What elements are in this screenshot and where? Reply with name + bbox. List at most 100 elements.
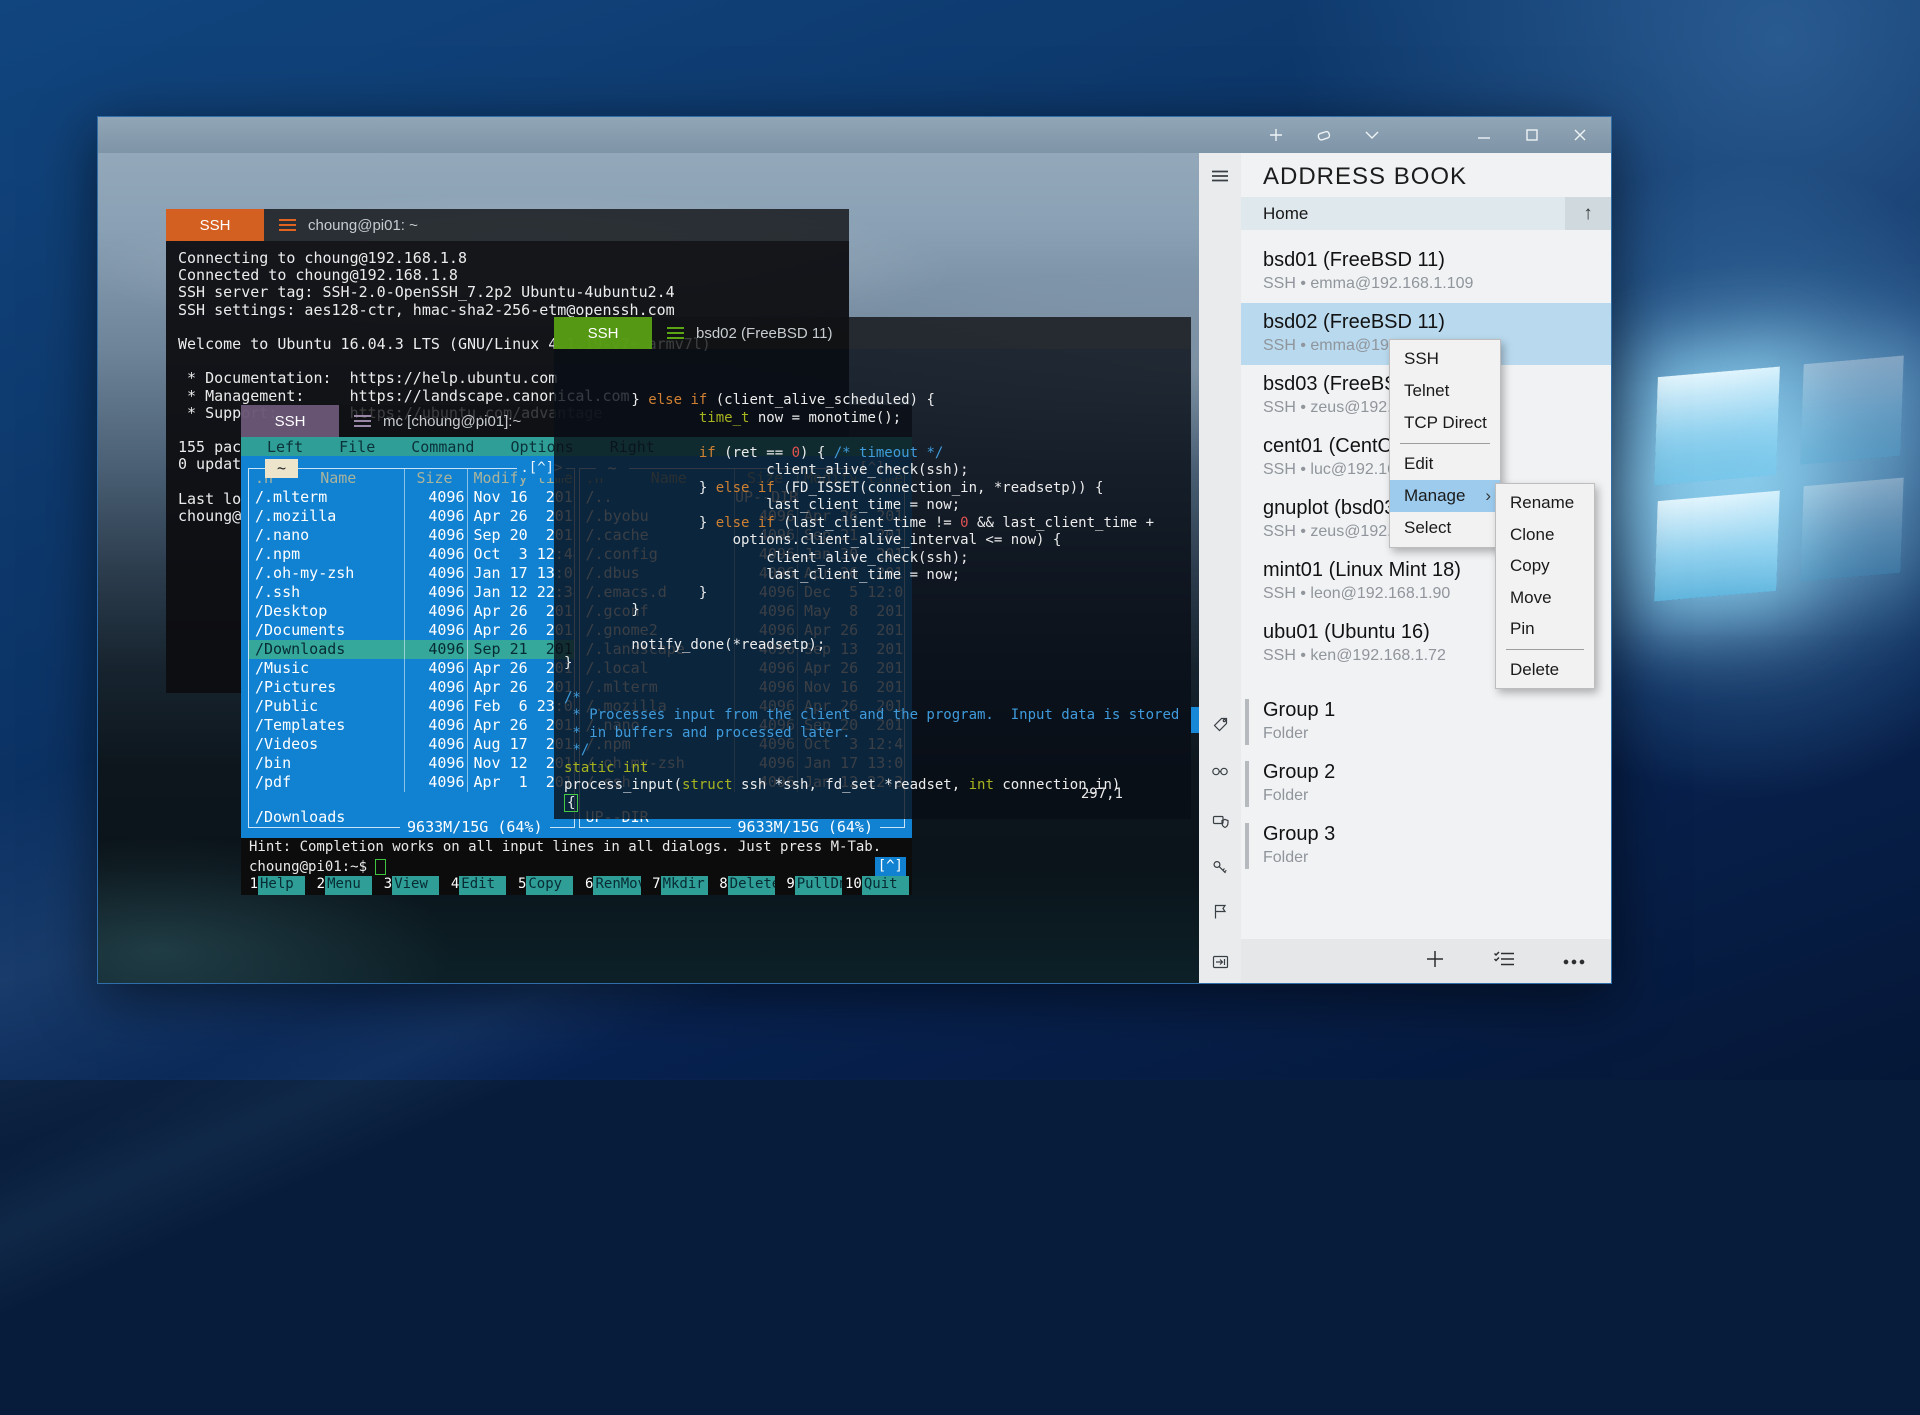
mc-file-row[interactable]: /Downloads4096Sep 21 2016 [249,640,574,659]
mc-file-row[interactable]: /.npm4096Oct 3 12:44 [249,545,574,564]
code-line: static int [564,760,1181,778]
code-line [564,620,1181,638]
mc-file-row[interactable]: /Public4096Feb 6 23:09 [249,697,574,716]
code-line: */ [564,742,1181,760]
new-session-icon[interactable] [1261,122,1291,148]
chevron-down-icon[interactable] [1357,122,1387,148]
desktop: SSH choung@pi01: ~ Connecting to choung@… [0,0,1920,1080]
addressbook-host-row[interactable]: bsd01 (FreeBSD 11)SSH • emma@192.168.1.1… [1241,241,1611,303]
host-name: bsd02 (FreeBSD 11) [1263,303,1611,334]
hamburger-menu-icon[interactable] [339,405,383,437]
mc-file-row[interactable]: /Pictures4096Apr 26 2016 [249,678,574,697]
minimize-button[interactable] [1469,122,1499,148]
code-line: * Processes input from the client and th… [564,707,1181,725]
function-key-f5[interactable]: 5Copy [509,876,576,895]
code-line: } [564,602,1181,620]
mc-file-row[interactable]: /bin4096Nov 12 2016 [249,754,574,773]
mc-file-row[interactable]: /pdf4096Apr 1 2016 [249,773,574,792]
shell-prompt: choung@pi01:~$ [249,859,367,875]
terminal-window-bsd02: SSH bsd02 (FreeBSD 11) } else if (client… [554,317,1191,819]
mc-disk-usage: 9633M/15G (64%) [731,818,880,837]
function-key-f9[interactable]: 9PullDn [778,876,845,895]
maximize-button[interactable] [1517,122,1547,148]
protocol-badge: SSH [554,317,652,349]
mc-menu-left[interactable]: Left [267,438,303,456]
menu-item-copy[interactable]: Copy [1496,550,1594,582]
menu-item-ssh[interactable]: SSH [1390,343,1500,375]
import-icon[interactable] [1199,947,1241,977]
menu-item-manage[interactable]: Manage› [1390,480,1500,512]
host-name: Group 3 [1263,815,1611,846]
function-key-f7[interactable]: 7Mkdir [644,876,711,895]
function-key-f6[interactable]: 6RenMov [576,876,643,895]
mc-left-panel[interactable]: ~.[^]>.nNameSizeModify time/.mlterm4096N… [248,468,575,828]
menu-item-edit[interactable]: Edit [1390,448,1500,480]
menu-item-tcp-direct[interactable]: TCP Direct [1390,407,1500,439]
text-cursor [375,859,386,875]
titlebar [98,117,1611,153]
close-button[interactable] [1565,122,1595,148]
bsd02-tabbar[interactable]: SSH bsd02 (FreeBSD 11) [554,317,1191,349]
pi01-tabbar[interactable]: SSH choung@pi01: ~ [166,209,849,241]
mc-file-row[interactable]: /.nano4096Sep 20 2016 [249,526,574,545]
menu-item-clone[interactable]: Clone [1496,519,1594,551]
mc-menu-command[interactable]: Command [411,438,474,456]
menu-item-pin[interactable]: Pin [1496,613,1594,645]
remote-shield-icon[interactable] [1199,807,1241,837]
up-level-button[interactable]: ↑ [1565,197,1611,230]
protocol-badge: SSH [241,405,339,437]
add-host-button[interactable] [1425,949,1445,974]
mc-panel-path-tab[interactable]: ~ [265,459,298,478]
mc-file-row[interactable]: /Desktop4096Apr 26 2016 [249,602,574,621]
mc-file-row[interactable]: /.mozilla4096Apr 26 2016 [249,507,574,526]
hamburger-menu-icon[interactable] [1199,161,1241,191]
mc-file-row[interactable]: /.ssh4096Jan 12 22:34 [249,583,574,602]
menu-item-select[interactable]: Select [1390,512,1500,544]
tab-title: mc [choung@pi01]:~ [383,413,521,430]
mc-menu-file[interactable]: File [339,438,375,456]
hamburger-menu-icon[interactable] [652,317,696,349]
more-options-button[interactable] [1563,952,1585,970]
mc-file-row[interactable]: /Music4096Apr 26 2016 [249,659,574,678]
menu-item-delete[interactable]: Delete [1496,654,1594,686]
menu-item-telnet[interactable]: Telnet [1390,375,1500,407]
mc-file-row[interactable]: /.mlterm4096Nov 16 2016 [249,488,574,507]
mc-file-row[interactable]: /.oh-my-zsh4096Jan 17 13:07 [249,564,574,583]
mc-file-row[interactable]: /Videos4096Aug 17 2016 [249,735,574,754]
sessions-icon[interactable] [1199,756,1241,786]
code-line: /* [564,690,1181,708]
menu-divider [1400,443,1490,444]
function-key-f3[interactable]: 3View [375,876,442,895]
mc-hint-line: Hint: Completion works on all input line… [241,838,912,857]
context-menu: SSHTelnetTCP Direct EditManage›Select [1389,339,1501,548]
code-line: notify_done(*readsetp); [564,637,1181,655]
addressbook-folder-row[interactable]: Group 1Folder [1241,691,1611,753]
tag-icon[interactable] [1199,709,1241,739]
key-icon[interactable] [1199,852,1241,882]
flag-icon[interactable] [1199,896,1241,926]
multi-select-button[interactable] [1493,950,1515,973]
menu-item-move[interactable]: Move [1496,582,1594,614]
code-line: } else if (last_client_time != 0 && last… [564,515,1181,533]
menu-divider [1506,649,1584,650]
folder-indicator-bar [1245,761,1249,807]
mc-file-row[interactable]: /Documents4096Apr 26 2016 [249,621,574,640]
mc-prompt-row[interactable]: choung@pi01:~$ [^] [241,857,912,876]
menu-item-rename[interactable]: Rename [1496,487,1594,519]
function-key-f4[interactable]: 4Edit [442,876,509,895]
hamburger-menu-icon[interactable] [264,209,308,241]
function-key-f8[interactable]: 8Delete [711,876,778,895]
function-key-f2[interactable]: 2Menu [308,876,375,895]
addressbook-sidebar [1199,153,1241,983]
function-key-f1[interactable]: 1Help [241,876,308,895]
bsd02-screen[interactable]: } else if (client_alive_scheduled) { tim… [554,349,1191,819]
code-line: } [564,655,1181,673]
breadcrumb[interactable]: Home ↑ [1241,197,1611,230]
function-key-f10[interactable]: 10Quit [845,876,912,895]
addressbook-folder-row[interactable]: Group 2Folder [1241,753,1611,815]
code-line [564,672,1181,690]
mc-file-row[interactable]: /Templates4096Apr 26 2016 [249,716,574,735]
addressbook-folder-row[interactable]: Group 3Folder [1241,815,1611,877]
clear-eraser-icon[interactable] [1309,122,1339,148]
mc-bottom: Hint: Completion works on all input line… [241,838,912,895]
